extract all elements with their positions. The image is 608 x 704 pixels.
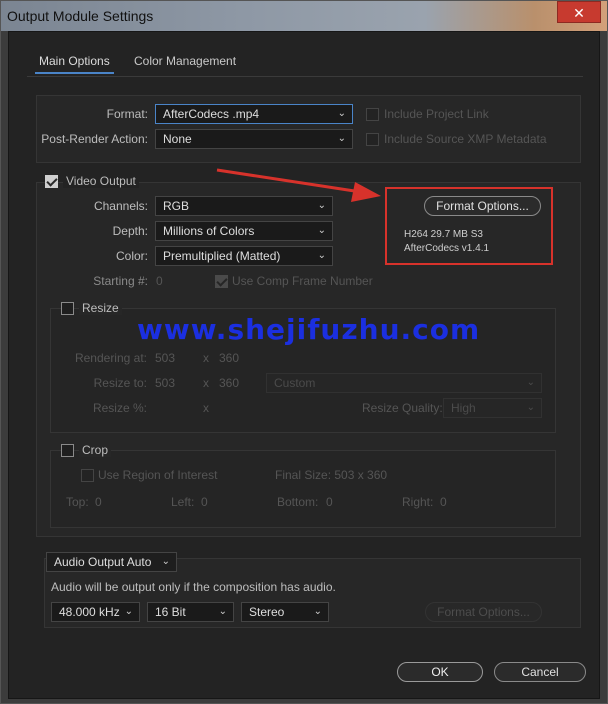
tab-divider [27,76,583,77]
crop-left-label: Left: [171,495,195,509]
final-size-text: Final Size: 503 x 360 [275,468,388,482]
ok-button[interactable]: OK [397,662,483,682]
chevron-down-icon: ⌄ [337,133,346,144]
crop-right-label: Right: [402,495,434,509]
resize-width-input[interactable]: 503 [155,376,175,390]
channels-dropdown[interactable]: RGB ⌄ [155,196,333,216]
audio-bits-value: 16 Bit [155,605,186,619]
tab-main-options[interactable]: Main Options [35,54,114,74]
resize-checkbox[interactable] [61,302,74,315]
resize-quality-label: Resize Quality: [362,401,443,415]
depth-label: Depth: [112,224,148,238]
starting-number-value[interactable]: 0 [156,274,163,288]
tab-bar: Main Options Color Management [29,46,589,76]
starting-number-label: Starting #: [93,274,148,288]
audio-rate-dropdown[interactable]: 48.000 kHz ⌄ [51,602,140,622]
title-bar[interactable]: Output Module Settings ✕ [1,1,607,31]
resize-preset-value: Custom [274,376,316,390]
chevron-down-icon: ⌄ [313,606,322,617]
audio-note: Audio will be output only if the composi… [51,580,336,594]
color-label: Color: [115,249,148,263]
depth-dropdown[interactable]: Millions of Colors ⌄ [155,221,333,241]
chevron-down-icon: ⌄ [317,250,326,261]
chevron-down-icon: ⌄ [337,108,346,119]
post-render-dropdown[interactable]: None ⌄ [155,129,353,149]
crop-bottom-value[interactable]: 0 [326,495,333,509]
cancel-button[interactable]: Cancel [494,662,586,682]
chevron-down-icon: ⌄ [526,377,535,388]
annotation-highlight-box [385,187,553,265]
chevron-down-icon: ⌄ [124,606,133,617]
channels-value: RGB [163,199,190,213]
include-xmp-label: Include Source XMP Metadata [384,132,547,146]
resize-preset-dropdown[interactable]: Custom ⌄ [266,373,542,393]
resize-percent-label: Resize %: [92,401,147,415]
post-render-value: None [163,132,192,146]
use-roi-checkbox[interactable] [81,469,94,482]
resize-label: Resize [79,301,122,315]
crop-panel [50,450,556,528]
resize-to-label: Resize to: [93,376,147,390]
audio-channels-dropdown[interactable]: Stereo ⌄ [241,602,329,622]
use-comp-frame-label: Use Comp Frame Number [232,274,373,288]
crop-checkbox[interactable] [61,444,74,457]
resize-quality-value: High [451,401,476,415]
crop-right-value[interactable]: 0 [440,495,447,509]
audio-bits-dropdown[interactable]: 16 Bit ⌄ [147,602,234,622]
resize-quality-dropdown[interactable]: High ⌄ [443,398,542,418]
close-icon: ✕ [573,5,585,21]
window-title: Output Module Settings [7,8,154,24]
use-roi-label: Use Region of Interest [98,468,218,482]
use-comp-frame-checkbox[interactable] [215,275,228,288]
chevron-down-icon: ⌄ [218,606,227,617]
post-render-label: Post-Render Action: [41,132,148,146]
chevron-down-icon: ⌄ [526,402,535,413]
watermark-text: www.shejifuzhu.com [137,313,481,346]
crop-top-value[interactable]: 0 [95,495,102,509]
resize-percent-x-separator: x [203,401,209,415]
color-dropdown[interactable]: Premultiplied (Matted) ⌄ [155,246,333,266]
output-module-settings-dialog: Output Module Settings ✕ Main Options Co… [0,0,608,704]
close-button[interactable]: ✕ [557,1,601,23]
resize-height-input[interactable]: 360 [219,376,239,390]
resize-x-separator: x [203,376,209,390]
rendering-width: 503 [155,351,176,365]
audio-output-value: Audio Output Auto [54,555,152,569]
format-value: AfterCodecs .mp4 [163,107,260,121]
rendering-at-label: Rendering at: [74,351,147,365]
audio-output-dropdown[interactable]: Audio Output Auto ⌄ [46,552,177,572]
rendering-x-separator: x [203,351,209,365]
format-label: Format: [106,107,148,121]
crop-label: Crop [79,443,112,457]
channels-label: Channels: [93,199,148,213]
crop-bottom-label: Bottom: [277,495,319,509]
audio-channels-value: Stereo [249,605,285,619]
include-project-link-label: Include Project Link [384,107,489,121]
chevron-down-icon: ⌄ [161,556,170,567]
crop-left-value[interactable]: 0 [201,495,208,509]
crop-top-label: Top: [66,495,89,509]
tab-color-management[interactable]: Color Management [134,54,236,68]
rendering-height: 360 [219,351,240,365]
chevron-down-icon: ⌄ [317,200,326,211]
chevron-down-icon: ⌄ [317,225,326,236]
format-dropdown[interactable]: AfterCodecs .mp4 ⌄ [155,104,353,124]
audio-format-options-button[interactable]: Format Options... [425,602,542,622]
video-output-label: Video Output [63,174,139,188]
color-value: Premultiplied (Matted) [163,249,281,263]
audio-rate-value: 48.000 kHz [59,605,120,619]
include-xmp-checkbox[interactable] [366,133,379,146]
video-output-checkbox[interactable] [45,175,58,188]
dialog-content: Main Options Color Management Format: Af… [8,31,600,699]
include-project-link-checkbox[interactable] [366,108,379,121]
depth-value: Millions of Colors [163,224,255,238]
